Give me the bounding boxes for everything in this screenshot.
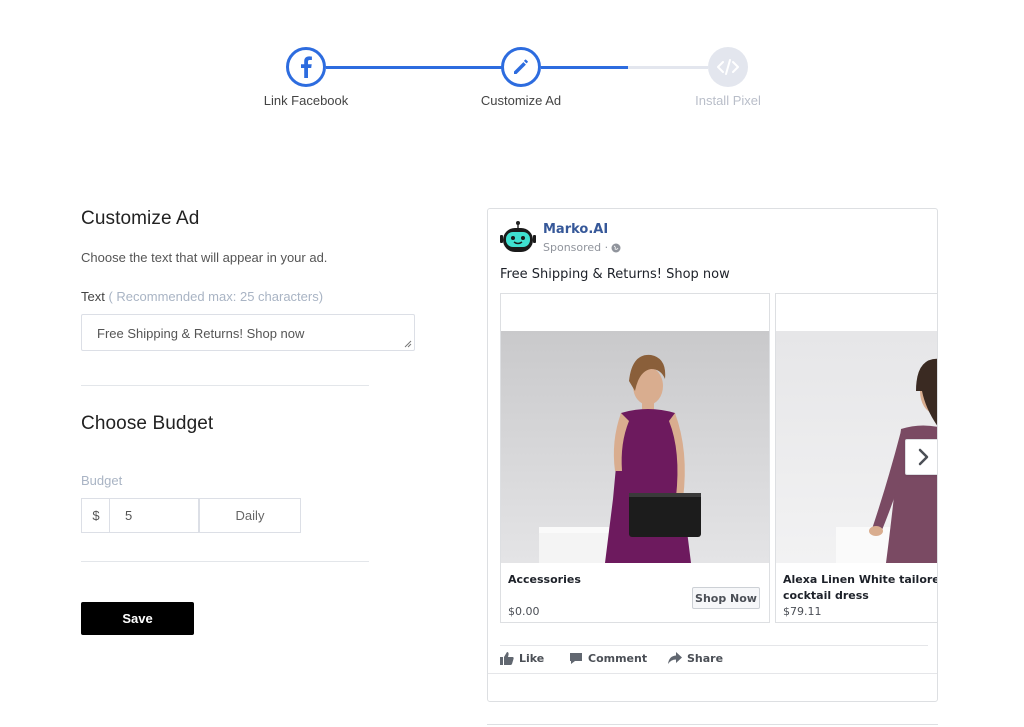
globe-icon	[611, 243, 621, 252]
comment-icon	[570, 653, 582, 664]
ad-primary-text: Free Shipping & Returns! Shop now	[500, 267, 730, 282]
section-divider-2	[81, 561, 369, 562]
code-icon	[717, 59, 739, 75]
resize-grip-icon[interactable]	[404, 340, 412, 348]
currency-prefix: $	[81, 498, 110, 533]
ad-text-value: Free Shipping & Returns! Shop now	[97, 326, 305, 341]
share-action[interactable]: Share	[668, 652, 723, 665]
step-label-link-facebook: Link Facebook	[263, 93, 349, 108]
step-link-facebook[interactable]	[286, 47, 326, 87]
section-divider	[81, 385, 369, 386]
text-field-label: Text ( Recommended max: 25 characters)	[81, 289, 323, 304]
ad-text-input[interactable]: Free Shipping & Returns! Shop now	[81, 314, 415, 351]
carousel-card-1[interactable]: Accessories $0.00 Shop Now	[500, 293, 770, 623]
pencil-icon	[514, 59, 528, 74]
save-button[interactable]: Save	[81, 602, 194, 635]
customize-ad-description: Choose the text that will appear in your…	[81, 250, 328, 265]
budget-amount-value: 5	[125, 508, 133, 523]
sponsored-label: Sponsored ·	[543, 241, 609, 254]
preview-bottom-edge	[487, 724, 938, 725]
like-action[interactable]: Like	[500, 652, 544, 665]
reactions-divider	[500, 645, 928, 646]
progress-stepper: Link Facebook Customize Ad Install Pixel	[0, 0, 1024, 130]
budget-period-value: Daily	[235, 508, 265, 523]
share-label: Share	[687, 652, 724, 665]
facebook-icon	[301, 56, 312, 78]
step-label-install-pixel: Install Pixel	[695, 93, 761, 108]
chevron-right-icon	[918, 448, 929, 466]
robot-avatar-icon	[500, 221, 536, 252]
page-name-link[interactable]: Marko.AI	[543, 222, 608, 237]
choose-budget-heading: Choose Budget	[81, 413, 214, 434]
step-connector-2-pending	[628, 66, 708, 69]
card-price-1: $0.00	[508, 605, 540, 618]
step-label-customize-ad: Customize Ad	[480, 93, 562, 108]
carousel-next-button[interactable]	[905, 439, 937, 475]
product-image-accessories	[501, 331, 769, 563]
sponsored-line: Sponsored ·	[543, 241, 621, 254]
step-install-pixel[interactable]	[708, 47, 748, 87]
text-hint: ( Recommended max: 25 characters)	[108, 289, 324, 304]
budget-label: Budget	[81, 473, 123, 488]
budget-period-select[interactable]: Daily	[199, 498, 301, 533]
ad-preview: Marko.AI Sponsored · Free Shipping & Ret…	[487, 208, 938, 702]
customize-ad-heading: Customize Ad	[81, 208, 200, 229]
step-customize-ad[interactable]	[501, 47, 541, 87]
text-label: Text	[81, 289, 105, 304]
card-price-2: $79.11	[783, 605, 822, 618]
thumbs-up-icon	[500, 652, 514, 665]
share-icon	[668, 652, 682, 664]
shop-now-button[interactable]: Shop Now	[692, 587, 760, 609]
like-label: Like	[519, 652, 545, 665]
comment-label: Comment	[588, 652, 648, 665]
currency-symbol: $	[92, 508, 100, 523]
step-connector-2-done	[541, 66, 628, 69]
budget-amount-input[interactable]: 5	[109, 498, 199, 533]
comment-action[interactable]: Comment	[569, 652, 647, 665]
card-title-2: Alexa Linen White tailored cocktail dres…	[783, 573, 938, 602]
preview-footer-divider	[488, 673, 937, 674]
step-connector-1	[326, 66, 502, 69]
card-title-1: Accessories	[508, 573, 581, 586]
